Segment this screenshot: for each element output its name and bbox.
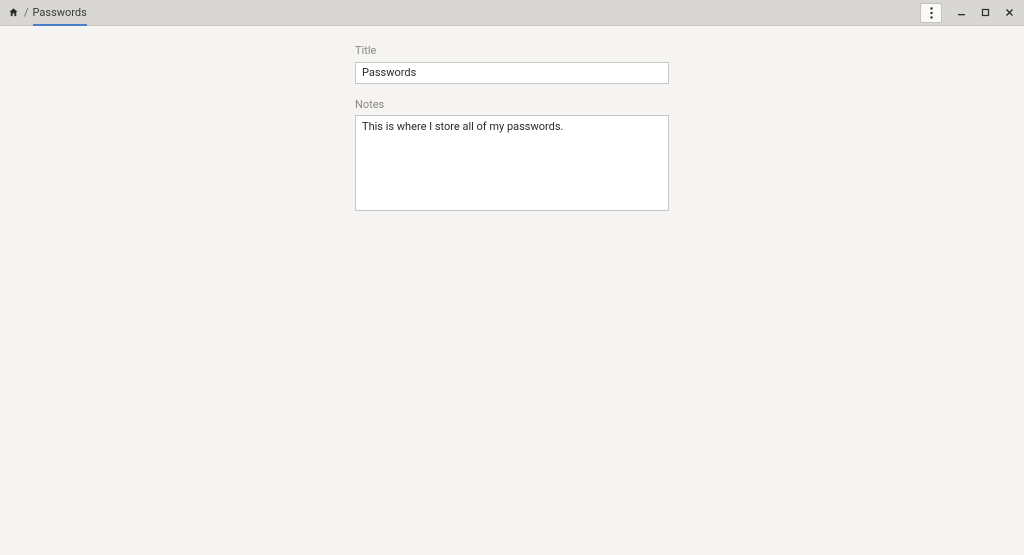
notes-label: Notes — [355, 98, 669, 111]
menu-button[interactable] — [920, 3, 942, 23]
title-field-group: Title — [355, 44, 669, 84]
window-controls — [920, 3, 1020, 23]
main-content: Title Notes — [0, 26, 1024, 229]
notes-input[interactable] — [355, 115, 669, 211]
breadcrumb: / Passwords — [4, 6, 87, 20]
close-button[interactable] — [998, 3, 1020, 23]
notes-field-group: Notes — [355, 98, 669, 215]
title-label: Title — [355, 44, 669, 57]
maximize-button[interactable] — [974, 3, 996, 23]
title-input[interactable] — [355, 62, 669, 84]
note-form: Title Notes — [355, 44, 669, 229]
titlebar: / Passwords — [0, 0, 1024, 26]
breadcrumb-current[interactable]: Passwords — [33, 6, 87, 26]
breadcrumb-separator: / — [24, 6, 29, 19]
minimize-button[interactable] — [950, 3, 972, 23]
home-icon[interactable] — [6, 6, 20, 20]
